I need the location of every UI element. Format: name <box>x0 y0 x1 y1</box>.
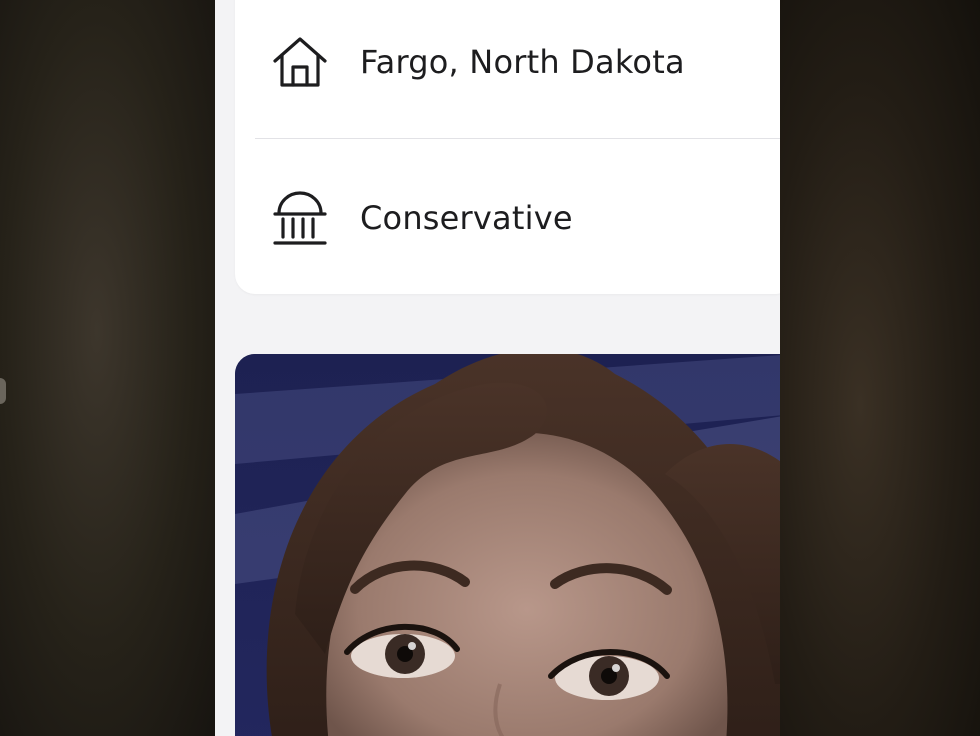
video-background-left <box>0 0 215 736</box>
hometown-label: Fargo, North Dakota <box>360 43 685 81</box>
edge-indicator <box>0 378 6 404</box>
video-background-right <box>780 0 980 736</box>
detail-row-hometown: Fargo, North Dakota <box>235 22 780 102</box>
detail-divider <box>255 138 780 139</box>
profile-photo-image <box>235 354 780 736</box>
detail-row-politics: Conservative <box>235 178 780 258</box>
profile-details-card: Fargo, North Dakota Conservative <box>235 0 780 294</box>
dome-icon <box>271 189 329 247</box>
profile-photo[interactable] <box>235 354 780 736</box>
house-icon <box>271 33 329 91</box>
phone-screen: Fargo, North Dakota Conservative <box>215 0 780 736</box>
politics-label: Conservative <box>360 199 573 237</box>
